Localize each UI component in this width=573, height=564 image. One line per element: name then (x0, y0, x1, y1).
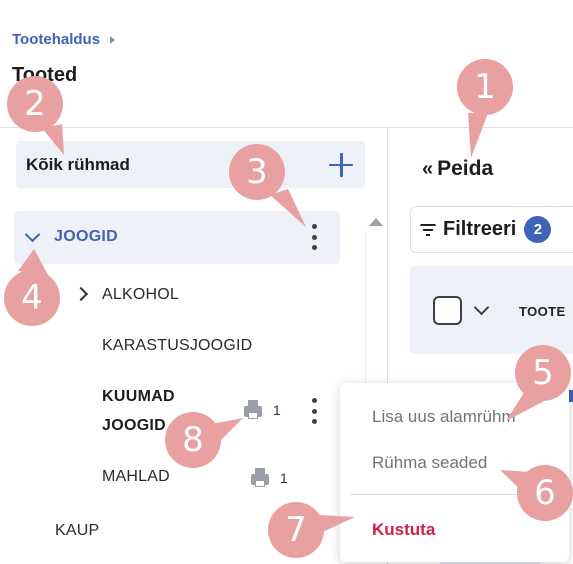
scroll-up-arrow-icon[interactable] (369, 218, 383, 226)
printer-icon (250, 468, 270, 488)
filter-label: Filtreeri (443, 218, 517, 240)
kuumad-joogid-count: 1 (243, 400, 281, 420)
kuumad-joogid-more-menu-icon[interactable] (311, 398, 317, 424)
group-context-menu: Lisa uus alamrühm Rühma seaded Kustuta (340, 383, 569, 562)
tree-label-joogid[interactable]: JOOGID (54, 228, 118, 246)
item-count: 1 (280, 470, 288, 486)
printer-icon (243, 400, 263, 420)
all-groups-label: Kõik rühmad (26, 154, 130, 174)
tree-label-kuumad-joogid[interactable]: KUUMAD JOOGID (102, 382, 212, 440)
filter-button[interactable]: Filtreeri 2 (410, 206, 573, 253)
tree-label-mahlad[interactable]: MAHLAD (102, 468, 170, 486)
menu-item-add-subgroup[interactable]: Lisa uus alamrühm (372, 407, 516, 427)
svg-text:1: 1 (474, 67, 496, 107)
menu-item-group-settings[interactable]: Rühma seaded (372, 453, 487, 473)
breadcrumb-link-tootehaldus[interactable]: Tootehaldus (12, 31, 100, 48)
mahlad-count: 1 (250, 468, 288, 488)
chevron-right-icon (110, 36, 116, 44)
tree-label-alkohol[interactable]: ALKOHOL (102, 286, 179, 304)
tree-label-kaup[interactable]: KAUP (55, 522, 99, 540)
joogid-more-menu-icon[interactable] (311, 224, 317, 250)
breadcrumb: Tootehaldus (12, 31, 116, 48)
filter-icon (420, 223, 435, 236)
hide-label: Peida (437, 157, 494, 180)
double-chevron-left-icon: « (422, 158, 434, 180)
add-group-plus-icon[interactable] (329, 152, 353, 177)
tree-label-kuumad-line1: KUUMAD (102, 388, 175, 405)
svg-text:4: 4 (21, 278, 43, 318)
filter-count-badge: 2 (524, 216, 552, 243)
column-header-toote[interactable]: TOOTE (519, 304, 566, 319)
tree-label-kuumad-line2: JOOGID (102, 417, 167, 434)
select-all-checkbox[interactable] (433, 296, 462, 325)
svg-text:2: 2 (24, 84, 46, 124)
hide-sidebar-button[interactable]: « Peida (422, 157, 493, 181)
header-divider (0, 127, 573, 128)
item-count: 1 (273, 402, 281, 418)
chevron-right-icon[interactable] (73, 286, 89, 302)
menu-divider (350, 494, 559, 495)
page-title: Tooted (12, 64, 78, 86)
tree-label-karastusjoogid[interactable]: KARASTUSJOOGID (102, 337, 252, 355)
svg-text:7: 7 (285, 510, 307, 550)
callout-1: 1 (457, 59, 513, 158)
menu-item-delete[interactable]: Kustuta (372, 520, 435, 540)
all-groups-bar[interactable]: Kõik rühmad (16, 141, 365, 188)
